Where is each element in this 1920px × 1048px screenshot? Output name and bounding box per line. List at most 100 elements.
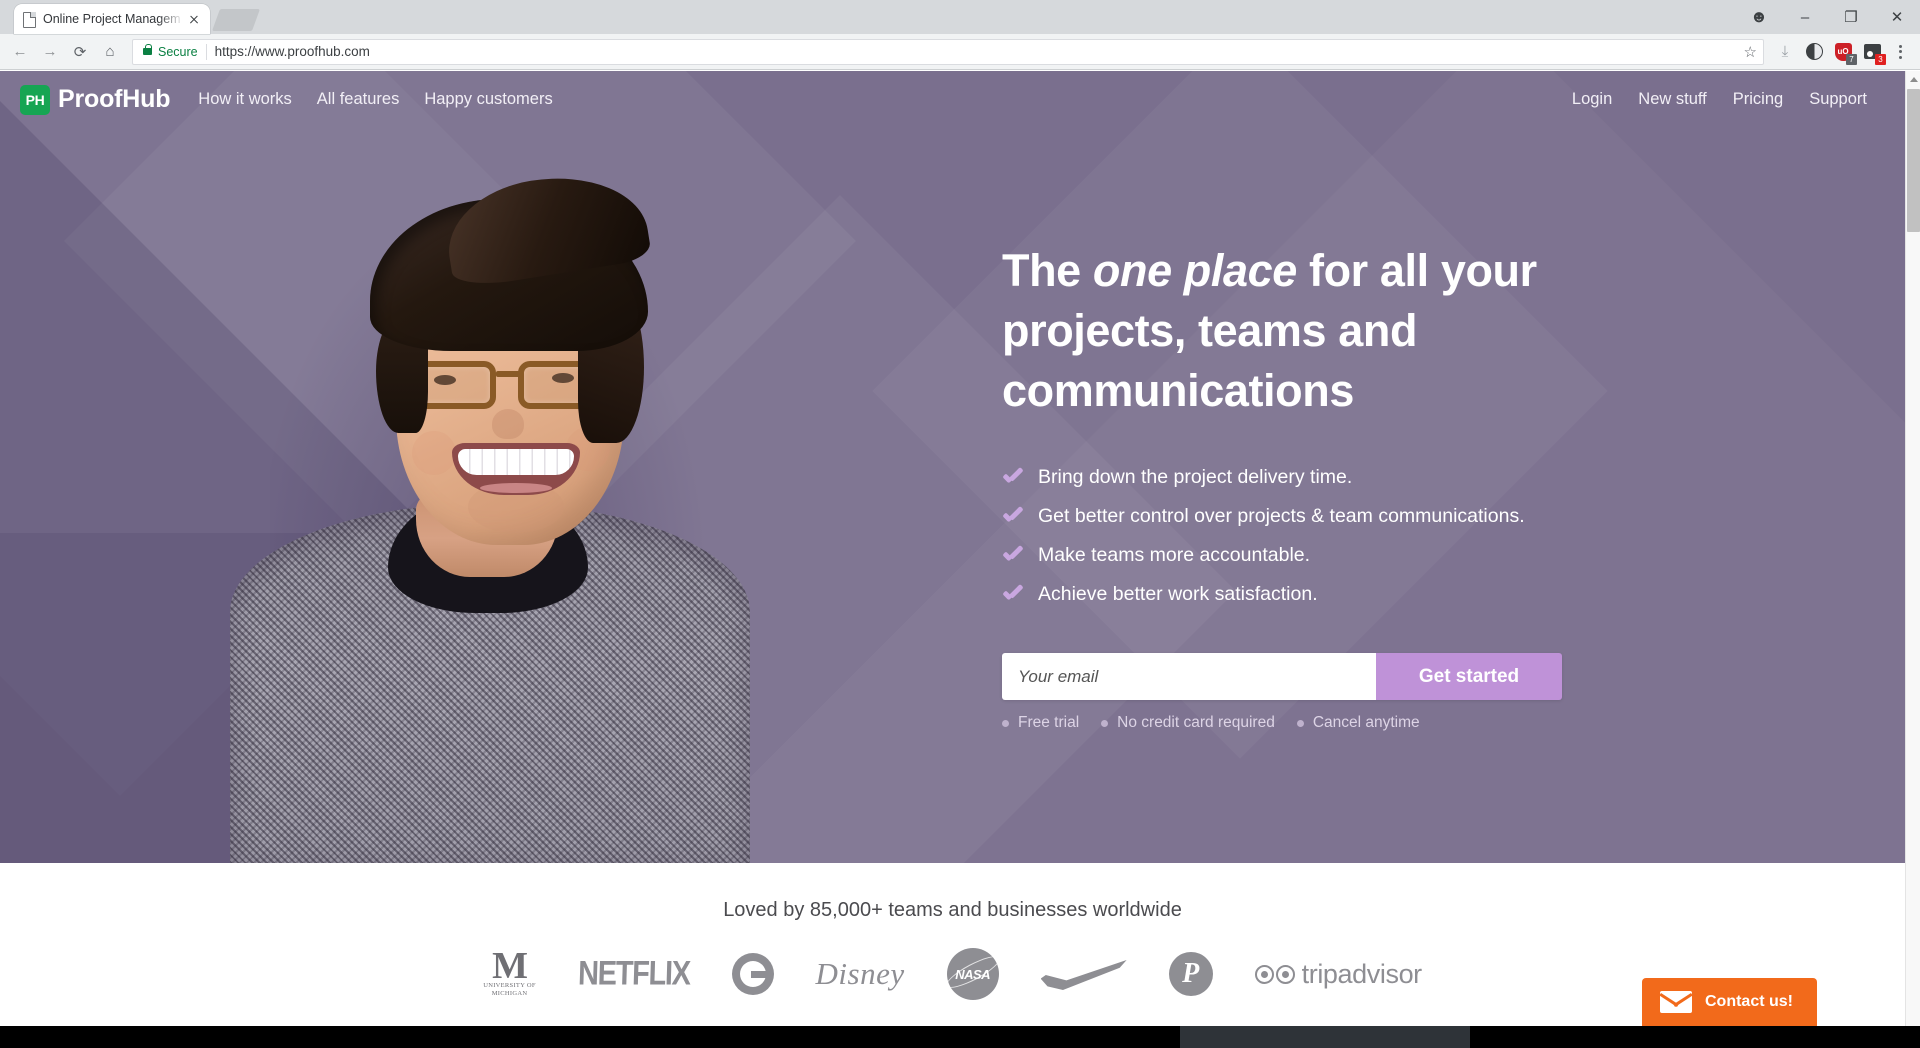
nav-item-login[interactable]: Login	[1572, 90, 1612, 109]
ublock-badge-count: 7	[1846, 53, 1857, 65]
brand-logo[interactable]: PH ProofHub	[20, 84, 171, 115]
tab-title: Online Project Managem	[43, 12, 181, 26]
os-taskbar	[0, 1026, 1920, 1048]
screencast-badge-count: 3	[1875, 53, 1886, 65]
email-input[interactable]	[1002, 653, 1376, 700]
restore-icon[interactable]: ❐	[1828, 0, 1874, 34]
check-icon	[1002, 547, 1024, 563]
browser-toolbar: ← → ⟳ ⌂ Secure https://www.proofhub.com …	[0, 34, 1920, 70]
screencast-extension-icon[interactable]: 3	[1859, 39, 1886, 65]
headline-emphasis: one place	[1092, 245, 1297, 296]
customer-logos: M UNIVERSITY OF MICHIGAN NETFLIX Disney …	[0, 945, 1905, 1000]
nav-item-pricing[interactable]: Pricing	[1733, 90, 1783, 109]
perk-item: Cancel anytime	[1296, 714, 1420, 732]
nav-item-happy-customers[interactable]: Happy customers	[424, 90, 552, 109]
university-of-michigan-logo: M UNIVERSITY OF MICHIGAN	[483, 945, 536, 998]
brand-name: ProofHub	[58, 85, 171, 113]
perk-item: No credit card required	[1101, 714, 1275, 732]
social-proof-section: Loved by 85,000+ teams and businesses wo…	[0, 863, 1905, 1026]
primary-nav: How it works All features Happy customer…	[198, 90, 552, 109]
nike-swoosh-icon	[1040, 960, 1127, 990]
page-content: PH ProofHub How it works All features Ha…	[0, 71, 1905, 1026]
page-icon	[22, 11, 36, 28]
nike-logo	[1040, 954, 1127, 994]
benefit-list: Bring down the project delivery time. Ge…	[1002, 463, 1702, 608]
perk-item: Free trial	[1002, 714, 1079, 732]
secondary-nav: Login New stuff Pricing Support	[1572, 90, 1885, 109]
headline-part-1: The	[1002, 245, 1093, 296]
home-icon[interactable]: ⌂	[96, 38, 124, 66]
arrow-left-icon[interactable]: ←	[6, 38, 34, 66]
check-icon	[1002, 469, 1024, 485]
check-icon	[1002, 586, 1024, 602]
nasa-mark: NASA	[955, 966, 991, 982]
envelope-icon	[1660, 991, 1692, 1013]
nav-item-support[interactable]: Support	[1809, 90, 1867, 109]
contact-us-button[interactable]: Contact us!	[1642, 978, 1817, 1026]
tab-strip: Online Project Managem ☻ – ❐ ✕	[0, 0, 1920, 34]
star-icon[interactable]: ☆	[1744, 43, 1757, 61]
page-scrollbar[interactable]	[1905, 71, 1920, 1026]
reload-icon[interactable]: ⟳	[66, 38, 94, 66]
michigan-mark: M	[492, 945, 528, 987]
account-circle-icon[interactable]: ☻	[1736, 0, 1782, 34]
michigan-line-1: UNIVERSITY OF	[483, 982, 536, 989]
hero-copy: The one place for all your projects, tea…	[1002, 241, 1702, 732]
benefit-label: Achieve better work satisfaction.	[1038, 583, 1318, 605]
social-proof-title: Loved by 85,000+ teams and businesses wo…	[723, 899, 1182, 921]
perk-label: Cancel anytime	[1312, 714, 1420, 731]
hero-photo	[230, 143, 750, 863]
new-tab-button[interactable]	[211, 9, 261, 31]
perk-label: Free trial	[1018, 714, 1080, 731]
benefit-label: Get better control over projects & team …	[1038, 505, 1525, 527]
kebab-menu-icon[interactable]	[1888, 39, 1912, 65]
nav-item-how-it-works[interactable]: How it works	[198, 90, 292, 109]
benefit-label: Make teams more accountable.	[1038, 544, 1311, 566]
benefit-label: Bring down the project delivery time.	[1038, 466, 1353, 488]
page-title: The one place for all your projects, tea…	[1002, 241, 1702, 421]
security-label: Secure	[158, 44, 198, 59]
pdf-extension-icon[interactable]: ⤓	[1772, 39, 1798, 65]
nav-item-all-features[interactable]: All features	[317, 90, 400, 109]
netflix-logo: NETFLIX	[577, 954, 691, 993]
contact-us-label: Contact us!	[1705, 993, 1793, 1010]
list-item: Make teams more accountable.	[1002, 541, 1702, 569]
list-item: Bring down the project delivery time.	[1002, 463, 1702, 491]
ublock-extension-icon[interactable]: uO 7	[1830, 39, 1857, 65]
minimize-icon[interactable]: –	[1782, 0, 1828, 34]
scrollbar-thumb[interactable]	[1907, 89, 1920, 232]
disney-logo: Disney	[815, 956, 905, 991]
close-icon[interactable]	[186, 11, 202, 27]
list-item: Get better control over projects & team …	[1002, 502, 1702, 530]
perk-label: No credit card required	[1117, 714, 1275, 731]
nasa-logo: NASA	[946, 948, 999, 1000]
extensions-area: ⤓ uO 7 3	[1772, 39, 1914, 65]
divider	[205, 43, 207, 60]
perks-list: Free trial No credit card required Cance…	[1002, 714, 1702, 732]
lock-icon	[143, 44, 152, 55]
nav-item-new-stuff[interactable]: New stuff	[1638, 90, 1706, 109]
contrast-extension-icon[interactable]	[1801, 39, 1827, 65]
arrow-right-icon[interactable]: →	[36, 38, 64, 66]
browser-tab[interactable]: Online Project Managem	[14, 4, 210, 34]
taskbar-window-item[interactable]	[1180, 1026, 1470, 1048]
owl-eyes-icon	[1254, 964, 1295, 984]
site-navigation: PH ProofHub How it works All features Ha…	[0, 71, 1905, 128]
michigan-line-2: MICHIGAN	[491, 990, 528, 997]
close-icon[interactable]: ✕	[1874, 0, 1920, 34]
get-started-button[interactable]: Get started	[1376, 653, 1562, 700]
google-logo	[731, 953, 774, 995]
browser-window: Online Project Managem ☻ – ❐ ✕ ← → ⟳ ⌂ S…	[0, 0, 1920, 1048]
address-bar[interactable]: Secure https://www.proofhub.com ☆	[132, 38, 1764, 65]
tripadvisor-wordmark: tripadvisor	[1301, 958, 1423, 989]
bullet-dot-icon	[1296, 719, 1304, 727]
bullet-dot-icon	[1101, 719, 1109, 727]
url-text: https://www.proofhub.com	[214, 44, 370, 59]
tripadvisor-logo: tripadvisor	[1254, 958, 1423, 990]
bullet-dot-icon	[1002, 719, 1009, 727]
chevron-up-icon[interactable]	[1906, 71, 1920, 87]
window-controls: ☻ – ❐ ✕	[1736, 0, 1920, 34]
signup-form: Get started	[1002, 653, 1562, 700]
check-icon	[1002, 508, 1024, 524]
list-item: Achieve better work satisfaction.	[1002, 580, 1702, 608]
